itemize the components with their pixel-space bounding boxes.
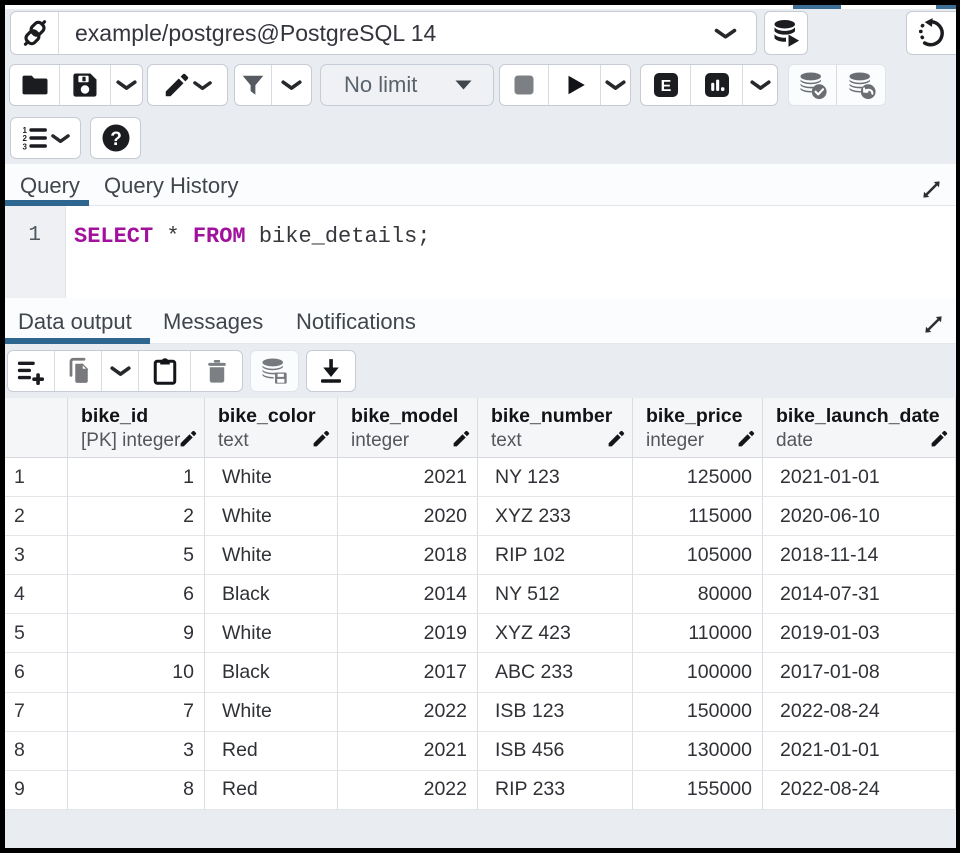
svg-text:?: ? bbox=[110, 129, 122, 150]
svg-text:E: E bbox=[660, 78, 671, 95]
svg-text:3: 3 bbox=[23, 142, 28, 151]
